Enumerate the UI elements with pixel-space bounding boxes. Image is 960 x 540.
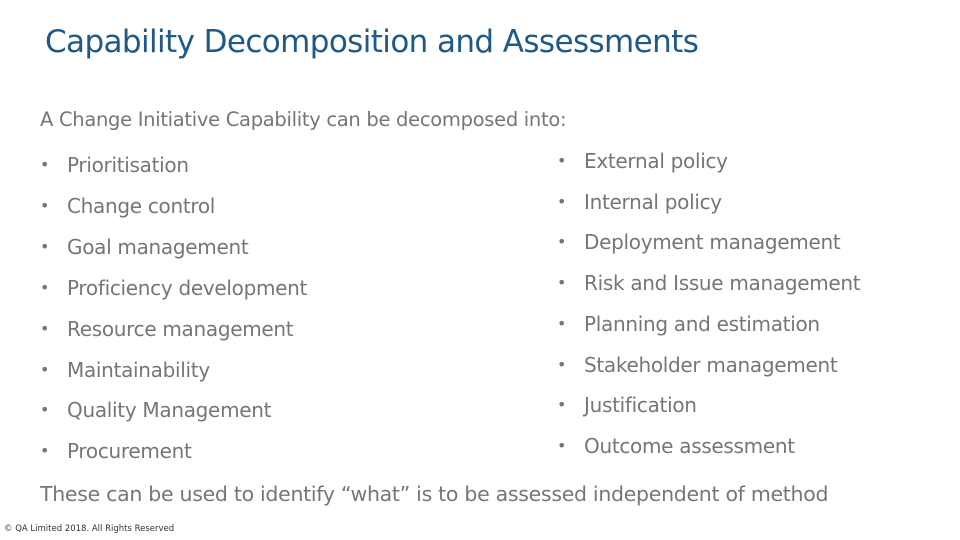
list-item-label: Quality Management xyxy=(67,398,272,423)
list-item-label: Planning and estimation xyxy=(584,311,820,336)
bullet-icon: • xyxy=(40,400,50,420)
bullet-icon: • xyxy=(40,236,50,256)
bullet-icon: • xyxy=(557,435,567,455)
slide-title: Capability Decomposition and Assessments xyxy=(45,24,699,60)
list-item-label: Goal management xyxy=(67,234,249,259)
bullet-icon: • xyxy=(40,195,50,215)
bullet-icon: • xyxy=(557,191,567,211)
list-item-label: Risk and Issue management xyxy=(584,271,861,296)
list-item-label: Prioritisation xyxy=(67,153,189,177)
list-item-label: Change control xyxy=(67,193,216,218)
bullet-icon: • xyxy=(40,318,50,338)
bullet-icon: • xyxy=(557,273,567,293)
bullet-icon: • xyxy=(40,441,50,461)
list-item-label: Stakeholder management xyxy=(584,352,838,377)
bullet-icon: • xyxy=(557,232,567,252)
list-item-label: Maintainability xyxy=(67,357,210,382)
list-item-label: Proficiency development xyxy=(67,275,308,300)
bullet-icon: • xyxy=(40,277,50,297)
bullet-icon: • xyxy=(40,155,50,174)
list-item-label: Internal policy xyxy=(584,189,722,214)
copyright-footer: © QA Limited 2018. All Rights Reserved xyxy=(4,524,175,534)
list-item-label: External policy xyxy=(584,149,728,173)
intro-text: A Change Initiative Capability can be de… xyxy=(40,108,567,131)
list-item-label: Justification xyxy=(584,393,697,418)
closing-statement: These can be used to identify “what” is … xyxy=(40,482,829,506)
bullet-icon: • xyxy=(40,359,50,379)
list-item-label: Deployment management xyxy=(584,230,841,255)
bullet-icon: • xyxy=(557,354,567,374)
list-item-label: Procurement xyxy=(67,439,192,464)
bullet-icon: • xyxy=(557,151,567,170)
list-item-label: Resource management xyxy=(67,316,294,341)
bullet-icon: • xyxy=(557,313,567,333)
bullet-icon: • xyxy=(557,395,567,415)
list-item-label: Outcome assessment xyxy=(584,433,795,458)
